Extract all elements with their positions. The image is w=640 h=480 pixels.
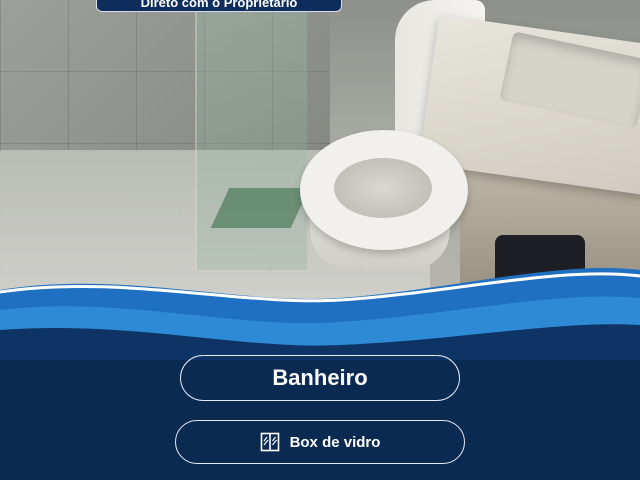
feature-label: Box de vidro bbox=[289, 433, 381, 451]
owner-banner: Direto com o Proprietário bbox=[96, 0, 342, 12]
toilet-bowl bbox=[334, 158, 432, 218]
room-title: Banheiro bbox=[272, 365, 368, 390]
glass-shower-panel bbox=[195, 0, 307, 270]
room-title-pill: Banheiro bbox=[180, 355, 460, 401]
glass-shower-box-icon bbox=[260, 432, 279, 452]
feature-pill: Box de vidro bbox=[175, 420, 465, 464]
